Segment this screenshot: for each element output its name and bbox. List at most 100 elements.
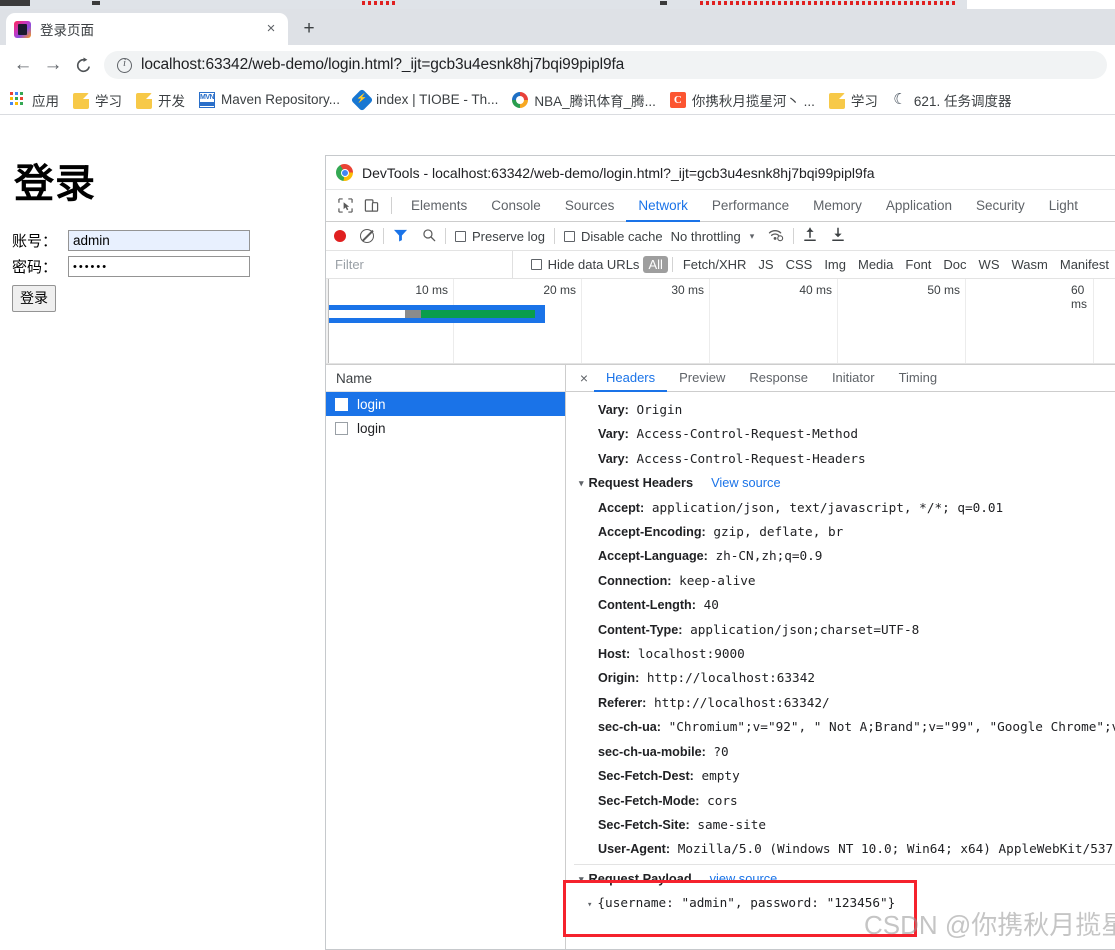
header-row: Vary: Access-Control-Request-Method [574,422,1115,446]
filter-type-doc[interactable]: Doc [937,257,972,272]
inspect-element-icon[interactable] [332,190,358,221]
apps-grid-icon [10,92,26,108]
chevron-down-icon[interactable]: ▾ [579,867,584,891]
checkbox-icon [455,230,466,242]
filter-input[interactable]: Filter [326,251,513,278]
hide-data-urls-checkbox[interactable]: Hide data URLs [530,257,640,272]
devtools-main-tabs: Elements Console Sources Network Perform… [326,190,1115,222]
filter-type-manifest[interactable]: Manifest [1054,257,1115,272]
record-button-icon[interactable] [334,230,346,242]
address-bar[interactable]: localhost:63342/web-demo/login.html?_ijt… [104,51,1107,79]
header-value: "Chromium";v="92", " Not A;Brand";v="99"… [668,719,1115,735]
tab-performance[interactable]: Performance [700,190,801,222]
page-title: 登录 [14,162,96,206]
preserve-log-checkbox[interactable]: Preserve log [455,229,545,244]
hide-data-urls-label: Hide data URLs [547,257,640,272]
header-key: Accept-Language: [598,549,708,564]
url-text: localhost:63342/web-demo/login.html?_ijt… [141,56,625,73]
chevron-down-icon[interactable]: ▾ [750,231,755,242]
new-tab-button[interactable]: + [296,18,322,42]
bookmark-folder-study2[interactable]: 学习 [828,90,878,110]
devtools-window: DevTools - localhost:63342/web-demo/logi… [325,155,1115,950]
view-source-link[interactable]: view source [710,867,778,891]
timeline-tick: 30 ms [671,283,704,297]
filter-type-ws[interactable]: WS [973,257,1006,272]
request-details-panel: × Headers Preview Response Initiator Tim… [566,365,1115,949]
filter-type-css[interactable]: CSS [780,257,819,272]
disable-cache-checkbox[interactable]: Disable cache [563,229,663,244]
tab-preview[interactable]: Preview [667,365,737,392]
device-toolbar-icon[interactable] [358,190,384,221]
filter-icon[interactable] [393,228,408,245]
tab-timing[interactable]: Timing [887,365,950,392]
tiobe-icon [350,88,374,112]
csdn-icon: C [669,91,686,108]
tab-network[interactable]: Network [626,190,700,222]
clear-network-log-icon[interactable] [360,229,374,243]
back-icon[interactable]: ← [8,50,38,80]
tab-elements[interactable]: Elements [399,190,479,222]
bookmark-label: 学习 [95,93,122,109]
chrome-browser-window: 登录页面 × + ← → localhost:63342/web-demo/lo… [0,9,1115,950]
filter-type-fetchxhr[interactable]: Fetch/XHR [677,257,753,272]
bookmark-csdn[interactable]: C 你携秋月揽星河丶 ... [669,90,815,110]
chevron-down-icon[interactable]: ▾ [587,900,592,910]
bookmark-leetcode621[interactable]: ☾ 621. 任务调度器 [892,90,1011,110]
bookmarks-bar: 应用 学习 开发 MVN Maven Repository... index |… [0,85,1115,115]
close-icon[interactable]: × [262,20,280,38]
network-conditions-icon[interactable] [768,228,784,245]
bookmark-folder-dev[interactable]: 开发 [136,90,185,110]
tab-sources[interactable]: Sources [553,190,627,222]
view-source-link[interactable]: View source [711,471,780,495]
bookmark-maven[interactable]: MVN Maven Repository... [199,91,340,108]
table-row[interactable]: login [326,392,565,416]
request-payload-object[interactable]: ▾ {username: "admin", password: "123456"} [574,891,1115,917]
filter-type-font[interactable]: Font [899,257,937,272]
request-doc-icon [335,421,348,435]
bookmark-nba[interactable]: NBA_腾讯体育_腾... [512,90,656,110]
filter-type-media[interactable]: Media [852,257,899,272]
overview-request-bar [329,305,545,323]
username-input[interactable] [68,230,250,251]
bookmark-folder-study1[interactable]: 学习 [73,90,122,110]
chevron-down-icon[interactable]: ▾ [579,471,584,495]
tab-response[interactable]: Response [737,365,820,392]
tab-lighthouse[interactable]: Light [1037,190,1090,222]
filter-type-wasm[interactable]: Wasm [1006,257,1054,272]
tab-memory[interactable]: Memory [801,190,874,222]
tab-headers[interactable]: Headers [594,365,668,392]
password-input[interactable] [68,256,250,277]
login-submit-button[interactable]: 登录 [12,285,56,312]
password-label: 密码： [12,259,58,276]
throttling-select[interactable]: No throttling [671,229,741,244]
bookmark-apps[interactable]: 应用 [10,90,59,110]
header-value: cors [707,792,738,808]
network-overview-timeline[interactable]: 10 ms 20 ms 30 ms 40 ms 50 ms 60 ms [326,279,1115,365]
column-header-name[interactable]: Name [326,365,565,392]
tab-application[interactable]: Application [874,190,964,222]
background-window-sliver [0,0,1115,9]
checkbox-icon [563,230,575,242]
bookmark-label: index | TIOBE - Th... [376,92,499,107]
filter-type-img[interactable]: Img [818,257,852,272]
forward-icon[interactable]: → [38,50,68,80]
tab-initiator[interactable]: Initiator [820,365,887,392]
export-har-icon[interactable] [831,227,845,245]
header-value: application/json;charset=UTF-8 [690,621,920,637]
filter-type-all[interactable]: All [643,256,668,273]
browser-tab[interactable]: 登录页面 × [6,13,288,45]
table-row[interactable]: login [326,416,565,440]
reload-icon[interactable] [68,50,98,80]
tab-security[interactable]: Security [964,190,1037,222]
request-headers-section-title[interactable]: ▾ Request Headers View source [574,471,1115,495]
requests-list-panel: Name login login [326,365,566,949]
info-circle-icon[interactable] [117,57,132,73]
tab-console[interactable]: Console [479,190,553,222]
import-har-icon[interactable] [803,227,817,245]
request-payload-section-title[interactable]: ▾ Request Payload view source [574,867,1115,891]
filter-type-js[interactable]: JS [752,257,779,272]
chrome-logo-icon [336,164,353,181]
close-icon[interactable]: × [574,365,594,391]
search-icon[interactable] [422,228,436,245]
bookmark-tiobe[interactable]: index | TIOBE - Th... [350,88,499,112]
